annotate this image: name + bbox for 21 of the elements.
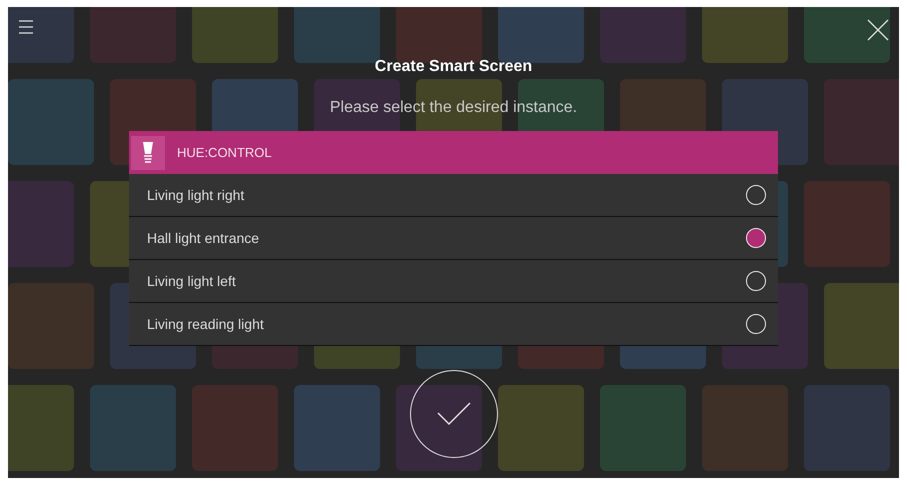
radio-button[interactable] <box>746 271 766 291</box>
group-label: HUE:CONTROL <box>177 145 272 160</box>
instance-row[interactable]: Living reading light <box>129 303 778 346</box>
light-bulb-icon <box>131 136 165 170</box>
instance-row[interactable]: Living light right <box>129 174 778 217</box>
menu-icon <box>18 19 34 35</box>
instance-name: Living reading light <box>147 316 264 332</box>
instance-row[interactable]: Living light left <box>129 260 778 303</box>
close-icon <box>867 19 889 41</box>
instance-name: Living light left <box>147 273 236 289</box>
radio-button[interactable] <box>746 314 766 334</box>
instruction-text: Please select the desired instance. <box>330 98 578 118</box>
checkmark-icon <box>436 401 472 427</box>
close-button[interactable] <box>867 19 889 41</box>
instance-row[interactable]: Hall light entrance <box>129 217 778 260</box>
confirm-button[interactable] <box>410 370 498 458</box>
instance-name: Hall light entrance <box>147 230 260 246</box>
instance-name: Living light right <box>147 187 244 203</box>
radio-button[interactable] <box>746 228 766 248</box>
radio-button[interactable] <box>746 185 766 205</box>
dialog-title: Create Smart Screen <box>374 57 532 77</box>
